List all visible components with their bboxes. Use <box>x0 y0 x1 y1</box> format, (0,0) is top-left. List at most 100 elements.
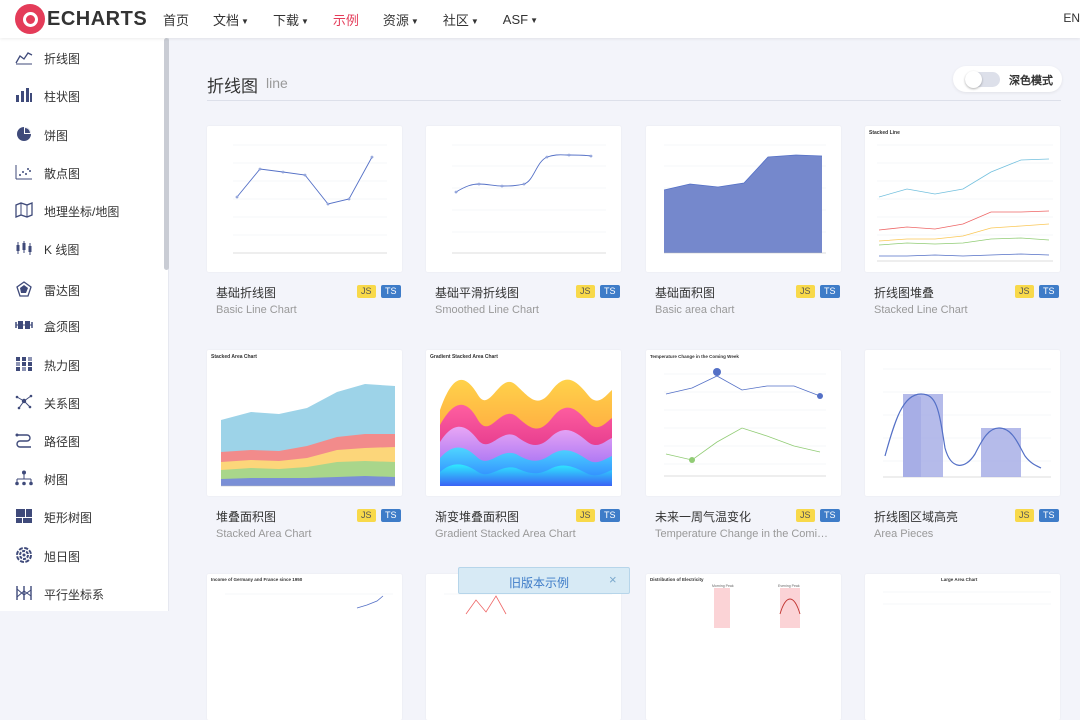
sidebar-item-label: 旭日图 <box>44 550 81 564</box>
js-tag[interactable]: JS <box>1015 285 1034 298</box>
card-title[interactable]: 折线图堆叠 <box>874 284 934 301</box>
banner-label[interactable]: 旧版本示例 <box>509 574 569 591</box>
max-marker-icon <box>713 368 721 376</box>
nav-item-download[interactable]: 下载 ▼ <box>273 10 309 29</box>
sidebar-item-tree[interactable]: 树图 <box>0 463 160 493</box>
caret-down-icon: ▼ <box>470 16 479 26</box>
nav-item-asf[interactable]: ASF ▼ <box>503 12 538 27</box>
nav-label: 社区 <box>442 12 469 28</box>
thumb-title: Large Area Chart <box>941 577 978 582</box>
sidebar-item-treemap[interactable]: 矩形树图 <box>0 501 160 531</box>
example-thumbnail[interactable]: Stacked Line <box>865 126 1060 272</box>
card-subtitle: Smoothed Line Chart <box>435 304 539 316</box>
card-title[interactable]: 基础面积图 <box>655 284 715 301</box>
card-title[interactable]: 基础平滑折线图 <box>435 284 519 301</box>
temperature-thumbnail: Temperature Change in the Coming Week <box>650 354 826 477</box>
js-tag[interactable]: JS <box>357 509 376 522</box>
sidebar-item-label: 关系图 <box>44 397 81 411</box>
js-tag[interactable]: JS <box>576 285 595 298</box>
sidebar-item-line[interactable]: 折线图 <box>0 42 160 72</box>
sidebar-item-parallel[interactable]: 平行坐标系 <box>0 578 160 608</box>
lines-icon <box>15 433 31 448</box>
example-thumbnail[interactable] <box>865 350 1060 496</box>
nav-label: 首页 <box>163 12 190 28</box>
js-tag[interactable]: JS <box>576 509 595 522</box>
example-thumbnail[interactable] <box>207 126 402 272</box>
sidebar-item-label: 折线图 <box>44 52 81 66</box>
sidebar-item-graph[interactable]: 关系图 <box>0 387 160 417</box>
example-thumbnail[interactable]: Gradient Stacked Area Chart <box>426 350 621 496</box>
dark-mode-toggle[interactable]: 深色模式 <box>953 66 1062 92</box>
example-thumbnail[interactable]: Temperature Change in the Coming Week <box>646 350 841 496</box>
js-tag[interactable]: JS <box>796 285 815 298</box>
example-thumbnail[interactable]: Stacked Area Chart <box>207 350 402 496</box>
ts-tag[interactable]: TS <box>600 509 620 522</box>
line-thumbnail <box>444 593 612 615</box>
example-thumbnail[interactable] <box>426 126 621 272</box>
sidebar-item-map[interactable]: 地理坐标/地图 <box>0 195 160 225</box>
radar-icon <box>16 281 32 297</box>
echarts-logo-icon <box>15 4 45 34</box>
ts-tag[interactable]: TS <box>600 285 620 298</box>
sidebar-item-pie[interactable]: 饼图 <box>0 119 160 149</box>
example-thumbnail[interactable]: Income of Germany and France since 1950 <box>207 574 402 720</box>
card-subtitle: Basic area chart <box>655 304 735 316</box>
card-title[interactable]: 渐变堆叠面积图 <box>435 508 519 525</box>
example-thumbnail[interactable] <box>646 126 841 272</box>
nav-item-community[interactable]: 社区 ▼ <box>443 10 479 29</box>
sidebar-item-sunburst[interactable]: 旭日图 <box>0 540 160 570</box>
ts-tag[interactable]: TS <box>820 285 840 298</box>
js-tag[interactable]: JS <box>796 509 815 522</box>
example-thumbnail[interactable] <box>426 574 621 720</box>
sidebar-item-label: 树图 <box>44 473 69 487</box>
nav-item-docs[interactable]: 文档 ▼ <box>213 10 249 29</box>
nav-item-home[interactable]: 首页 <box>163 10 189 29</box>
sidebar-item-radar[interactable]: 雷达图 <box>0 274 160 304</box>
sidebar: 折线图 柱状图 饼图 散点图 地理坐标/地图 K 线图 雷达图 盒须图 热力图 … <box>0 38 169 611</box>
card-subtitle: Gradient Stacked Area Chart <box>435 528 576 540</box>
min-marker-icon <box>689 457 695 463</box>
example-thumbnail[interactable]: Distribution of Electricity Morning Peak… <box>646 574 841 720</box>
example-thumbnail[interactable]: Large Area Chart <box>865 574 1060 720</box>
echarts-logo[interactable]: ECHARTS <box>15 4 147 34</box>
gradient-stacked-area-thumbnail: Gradient Stacked Area Chart <box>430 354 612 486</box>
card-title[interactable]: 未来一周气温变化 <box>655 508 751 525</box>
tree-icon <box>15 470 33 486</box>
dark-mode-label: 深色模式 <box>1009 75 1053 87</box>
nav-item-resources[interactable]: 资源 ▼ <box>383 10 419 29</box>
old-version-banner[interactable]: 旧版本示例 × <box>458 567 630 594</box>
page-subtitle: line <box>266 75 288 91</box>
sidebar-item-candlestick[interactable]: K 线图 <box>0 233 160 263</box>
sidebar-item-lines[interactable]: 路径图 <box>0 425 160 455</box>
nav-label: 文档 <box>213 12 240 28</box>
card-title[interactable]: 折线图区域高亮 <box>874 508 958 525</box>
min-marker-icon <box>817 393 823 399</box>
card-subtitle: Stacked Line Chart <box>874 304 968 316</box>
sidebar-item-scatter[interactable]: 散点图 <box>0 157 160 187</box>
treemap-icon <box>16 509 32 523</box>
caret-down-icon: ▼ <box>300 16 309 26</box>
ts-tag[interactable]: TS <box>381 509 401 522</box>
sidebar-item-heatmap[interactable]: 热力图 <box>0 349 160 379</box>
js-tag[interactable]: JS <box>1015 509 1034 522</box>
language-switch[interactable]: EN <box>1063 11 1080 25</box>
thumb-title: Income of Germany and France since 1950 <box>211 577 303 582</box>
card-title[interactable]: 堆叠面积图 <box>216 508 276 525</box>
card-subtitle: Basic Line Chart <box>216 304 297 316</box>
sidebar-item-label: 饼图 <box>44 129 69 143</box>
card-title[interactable]: 基础折线图 <box>216 284 276 301</box>
sidebar-item-bar[interactable]: 柱状图 <box>0 80 160 110</box>
ts-tag[interactable]: TS <box>820 509 840 522</box>
js-tag[interactable]: JS <box>357 285 376 298</box>
electricity-thumbnail: Distribution of Electricity Morning Peak… <box>650 577 801 628</box>
ts-tag[interactable]: TS <box>1039 509 1059 522</box>
main-content: 折线图 line 深色模式 基础折线图 Basic Line Chart JS … <box>169 38 1080 720</box>
toggle-switch[interactable] <box>965 71 1000 88</box>
close-icon[interactable]: × <box>609 572 617 587</box>
nav-item-examples[interactable]: 示例 <box>333 10 359 29</box>
ts-tag[interactable]: TS <box>381 285 401 298</box>
sidebar-item-boxplot[interactable]: 盒须图 <box>0 310 160 340</box>
caret-down-icon: ▼ <box>530 15 538 25</box>
ts-tag[interactable]: TS <box>1039 285 1059 298</box>
line-chart-icon <box>15 52 33 65</box>
